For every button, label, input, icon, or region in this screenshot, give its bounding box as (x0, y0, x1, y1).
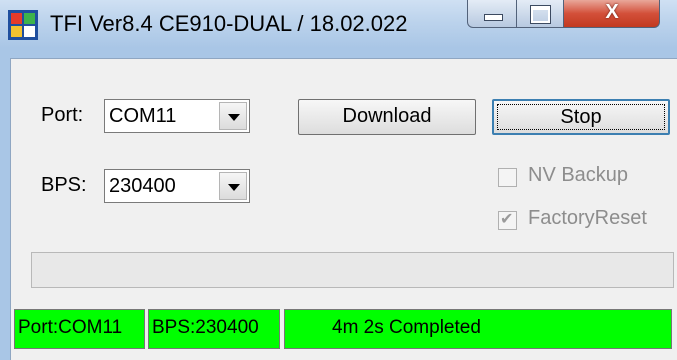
title-bar[interactable]: TFI Ver8.4 CE910-DUAL / 18.02.022 X (0, 0, 677, 48)
chevron-down-icon[interactable] (219, 102, 247, 130)
close-icon: X (605, 1, 619, 23)
download-button[interactable]: Download (298, 99, 476, 135)
minimize-icon (484, 14, 503, 21)
status-bps: BPS:230400 (148, 309, 280, 349)
window-title: TFI Ver8.4 CE910-DUAL / 18.02.022 (50, 11, 408, 36)
status-port: Port:COM11 (14, 309, 145, 349)
progress-bar (31, 252, 674, 288)
chevron-down-icon[interactable] (219, 172, 247, 200)
nv-backup-checkbox[interactable] (498, 168, 517, 187)
bps-select[interactable]: 230400 (104, 169, 250, 203)
close-button[interactable]: X (564, 0, 660, 28)
bps-value: 230400 (109, 175, 176, 197)
port-select[interactable]: COM11 (104, 99, 250, 133)
factory-reset-label: FactoryReset (528, 207, 647, 229)
nv-backup-label: NV Backup (528, 164, 629, 186)
app-logo-icon (8, 10, 38, 40)
status-message: 4m 2s Completed (284, 309, 672, 349)
stop-button-label: Stop (560, 106, 602, 128)
stop-button[interactable]: Stop (492, 99, 670, 135)
client-area: Port: COM11 BPS: 230400 Download Stop NV… (10, 58, 677, 360)
bps-label: BPS: (41, 174, 87, 196)
checkmark-icon: ✔ (500, 211, 514, 228)
factory-reset-checkbox[interactable]: ✔ (498, 211, 517, 230)
window-frame: Port: COM11 BPS: 230400 Download Stop NV… (0, 48, 677, 360)
port-value: COM11 (109, 105, 177, 127)
maximize-icon (530, 5, 551, 24)
port-label: Port: (41, 104, 84, 126)
minimize-button[interactable] (467, 0, 517, 28)
maximize-button[interactable] (517, 0, 564, 28)
